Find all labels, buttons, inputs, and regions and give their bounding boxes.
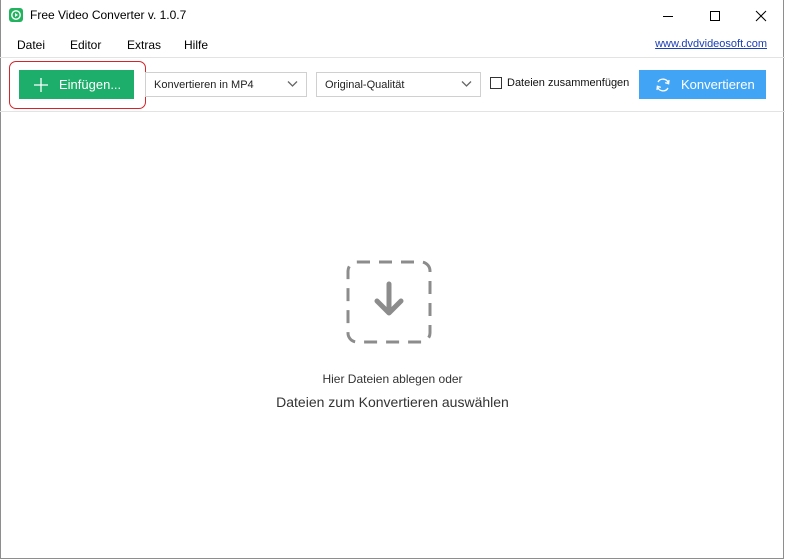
app-logo-icon bbox=[9, 8, 23, 22]
minimize-button[interactable] bbox=[645, 0, 691, 32]
minimize-icon bbox=[663, 16, 673, 17]
format-select[interactable]: Konvertieren in MP4 bbox=[145, 72, 307, 97]
toolbar-divider bbox=[0, 111, 785, 112]
select-files-text[interactable]: Dateien zum Konvertieren auswählen bbox=[0, 394, 785, 410]
merge-files-label: Dateien zusammenfügen bbox=[507, 77, 630, 89]
add-files-label: Einfügen... bbox=[59, 77, 122, 92]
chevron-down-icon bbox=[461, 81, 472, 87]
merge-files-option[interactable]: Dateien zusammenfügen bbox=[490, 77, 629, 89]
convert-label: Konvertieren bbox=[681, 77, 755, 92]
merge-files-checkbox[interactable] bbox=[490, 77, 502, 89]
menu-hilfe[interactable]: Hilfe bbox=[184, 38, 208, 52]
close-icon bbox=[755, 10, 767, 22]
quality-select-value: Original-Qualität bbox=[325, 78, 405, 91]
title-bar: Free Video Converter v. 1.0.7 bbox=[0, 0, 785, 32]
download-arrow-icon bbox=[346, 260, 432, 344]
convert-button[interactable]: Konvertieren bbox=[639, 70, 766, 99]
menu-editor[interactable]: Editor bbox=[70, 38, 101, 52]
website-link[interactable]: www.dvdvideosoft.com bbox=[655, 38, 767, 50]
drop-hint-text: Hier Dateien ablegen oder bbox=[322, 372, 463, 386]
format-select-value: Konvertieren in MP4 bbox=[154, 78, 254, 91]
close-button[interactable] bbox=[738, 0, 784, 32]
plus-icon bbox=[34, 77, 48, 92]
menu-extras[interactable]: Extras bbox=[127, 38, 161, 52]
maximize-button[interactable] bbox=[692, 0, 738, 32]
menu-datei[interactable]: Datei bbox=[17, 38, 45, 52]
maximize-icon bbox=[710, 11, 720, 21]
refresh-icon bbox=[656, 77, 670, 92]
quality-select[interactable]: Original-Qualität bbox=[316, 72, 481, 97]
window-title: Free Video Converter v. 1.0.7 bbox=[30, 8, 187, 22]
add-files-button[interactable]: Einfügen... bbox=[19, 70, 134, 99]
drop-zone[interactable] bbox=[346, 260, 432, 344]
chevron-down-icon bbox=[287, 81, 298, 87]
menu-bar: Datei Editor Extras Hilfe www.dvdvideoso… bbox=[0, 34, 785, 56]
